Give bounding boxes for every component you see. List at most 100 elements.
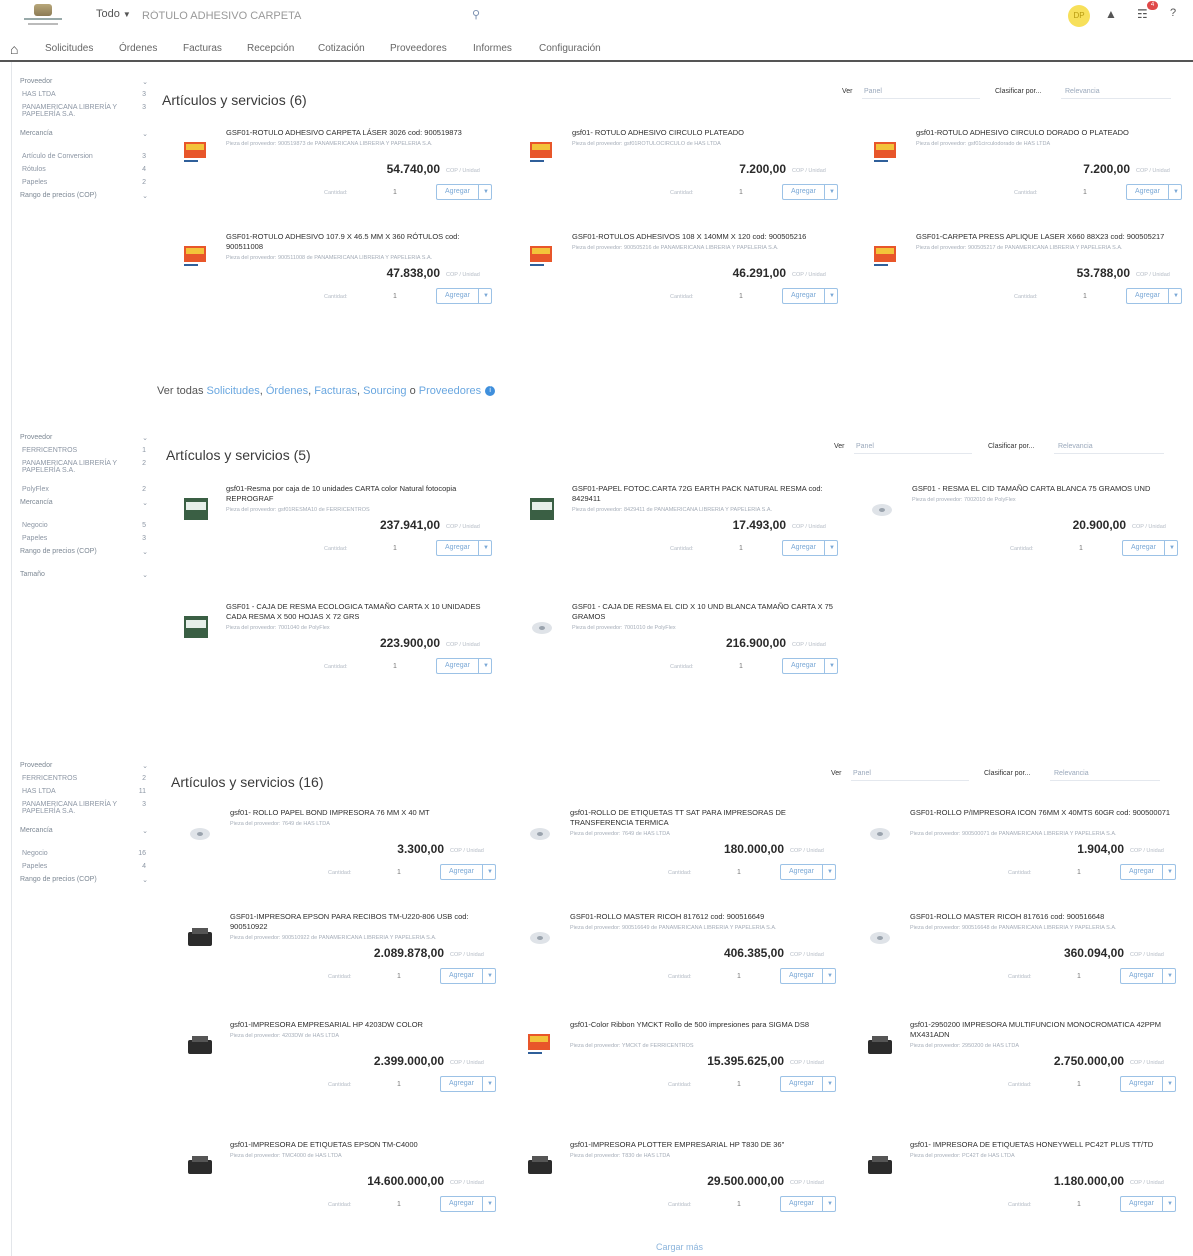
product-title[interactable]: gsf01-Color Ribbon YMCKT Rollo de 500 im… [570,1020,842,1030]
quantity-input[interactable] [1070,970,1088,982]
add-to-cart-button[interactable]: Agregar ▼ [780,1196,836,1212]
chevron-down-icon[interactable]: ⌄ [142,876,148,884]
add-to-cart-button[interactable]: Agregar ▼ [1120,968,1176,984]
chevron-down-icon[interactable]: ▼ [829,289,835,303]
filter-group-header[interactable]: Rango de precios (COP) ⌄ [12,548,152,558]
chevron-down-icon[interactable]: ⌄ [142,130,148,138]
quantity-input[interactable] [732,542,750,554]
product-title[interactable]: gsf01- ROTULO ADHESIVO CIRCULO PLATEADO [572,128,844,138]
add-to-cart-button[interactable]: Agregar ▼ [1120,1076,1176,1092]
chevron-down-icon[interactable]: ▼ [483,289,489,303]
product-image[interactable] [178,610,214,646]
home-icon[interactable]: ⌂ [10,41,18,57]
product-title[interactable]: gsf01-IMPRESORA EMPRESARIAL HP 4203DW CO… [230,1020,502,1030]
chevron-down-icon[interactable]: ⌄ [142,571,148,579]
chevron-down-icon[interactable]: ⌄ [142,434,148,442]
quantity-input[interactable] [730,1198,748,1210]
product-image[interactable] [868,136,904,172]
chevron-down-icon[interactable]: ⌄ [142,192,148,200]
filter-group-header[interactable]: Mercancía ⌄ [12,827,152,837]
nav-proveedores[interactable]: Proveedores [390,43,447,54]
product-title[interactable]: GSF01-PAPEL FOTOC.CARTA 72G EARTH PACK N… [572,484,844,504]
chevron-down-icon[interactable]: ▼ [829,659,835,673]
sort-select[interactable]: Relevancia [1058,443,1093,450]
product-image[interactable] [182,920,218,956]
nav-configuracion[interactable]: Configuración [539,43,601,54]
product-title[interactable]: gsf01-2950200 IMPRESORA MULTIFUNCION MON… [910,1020,1182,1040]
add-to-cart-button[interactable]: Agregar ▼ [1126,288,1182,304]
add-to-cart-button[interactable]: Agregar ▼ [780,864,836,880]
chevron-down-icon[interactable]: ▼ [1169,541,1175,555]
chevron-down-icon[interactable]: ⌄ [142,499,148,507]
chevron-down-icon[interactable]: ▼ [1173,289,1179,303]
product-title[interactable]: GSF01 - CAJA DE RESMA EL CID X 10 UND BL… [572,602,844,622]
add-to-cart-button[interactable]: Agregar ▼ [436,540,492,556]
product-image[interactable] [862,1028,898,1064]
notification-bell-icon[interactable]: ▲ [1105,7,1117,21]
see-all-sourcing-link[interactable]: Sourcing [363,385,406,397]
filter-option[interactable]: Artículo de Conversion 3 [12,153,152,163]
see-all-solicitudes-link[interactable]: Solicitudes [207,385,260,397]
load-more-link[interactable]: Cargar más [656,1242,703,1252]
quantity-input[interactable] [732,186,750,198]
search-input[interactable] [142,7,472,25]
see-all-ordenes-link[interactable]: Órdenes [266,385,308,397]
filter-option[interactable]: FERRICENTROS 1 [12,447,152,457]
product-title[interactable]: GSF01-CARPETA PRESS APLIQUE LASER X660 8… [916,232,1188,242]
product-image[interactable] [522,1028,558,1064]
chevron-down-icon[interactable]: ▼ [487,865,493,879]
filter-group-header[interactable]: Rango de precios (COP) ⌄ [12,192,152,202]
add-to-cart-button[interactable]: Agregar ▼ [440,864,496,880]
product-title[interactable]: GSF01-ROTULO ADHESIVO CARPETA LÁSER 3026… [226,128,498,138]
filter-group-header[interactable]: Mercancía ⌄ [12,130,152,140]
filter-option[interactable]: Negocio 5 [12,522,152,532]
product-image[interactable] [862,816,898,852]
quantity-input[interactable] [732,660,750,672]
filter-option[interactable]: PANAMERICANA LIBRERÍA Y PAPELERÍA S.A. 3 [12,801,152,815]
quantity-input[interactable] [1076,290,1094,302]
quantity-input[interactable] [730,970,748,982]
quantity-input[interactable] [386,542,404,554]
add-to-cart-button[interactable]: Agregar ▼ [782,658,838,674]
nav-solicitudes[interactable]: Solicitudes [45,43,93,54]
product-title[interactable]: GSF01-ROTULO ADHESIVO 107.9 X 46.5 MM X … [226,232,498,252]
chevron-down-icon[interactable]: ⌄ [142,762,148,770]
add-to-cart-button[interactable]: Agregar ▼ [440,1196,496,1212]
company-logo[interactable] [20,4,66,30]
add-to-cart-button[interactable]: Agregar ▼ [1122,540,1178,556]
sort-select[interactable]: Relevancia [1065,88,1100,95]
filter-option[interactable]: HAS LTDA 11 [12,788,152,798]
search-category-select[interactable]: Todo ▼ [96,8,131,20]
chevron-down-icon[interactable]: ▼ [829,541,835,555]
see-all-facturas-link[interactable]: Facturas [314,385,357,397]
nav-ordenes[interactable]: Órdenes [119,43,157,54]
add-to-cart-button[interactable]: Agregar ▼ [780,1076,836,1092]
chevron-down-icon[interactable]: ▼ [827,1197,833,1211]
product-title[interactable]: gsf01- ROLLO PAPEL BOND IMPRESORA 76 MM … [230,808,502,818]
chevron-down-icon[interactable]: ▼ [483,659,489,673]
product-image[interactable] [524,492,560,528]
product-image[interactable] [868,240,904,276]
chevron-down-icon[interactable]: ▼ [829,185,835,199]
product-title[interactable]: GSF01-ROLLO MASTER RICOH 817612 cod: 900… [570,912,842,922]
chevron-down-icon[interactable]: ⌄ [142,548,148,556]
product-image[interactable] [524,610,560,646]
product-image[interactable] [182,1028,218,1064]
add-to-cart-button[interactable]: Agregar ▼ [780,968,836,984]
avatar[interactable]: DP [1068,5,1090,27]
product-title[interactable]: gsf01-ROLLO DE ETIQUETAS TT SAT PARA IMP… [570,808,842,828]
add-to-cart-button[interactable]: Agregar ▼ [782,540,838,556]
filter-option[interactable]: Papeles 3 [12,535,152,545]
product-image[interactable] [182,816,218,852]
product-title[interactable]: GSF01-ROLLO P/IMPRESORA ICON 76MM X 40MT… [910,808,1182,818]
quantity-input[interactable] [730,1078,748,1090]
product-image[interactable] [862,1148,898,1184]
chevron-down-icon[interactable]: ⌄ [142,78,148,86]
product-title[interactable]: gsf01-IMPRESORA DE ETIQUETAS EPSON TM-C4… [230,1140,502,1150]
filter-group-header[interactable]: Tamaño ⌄ [12,571,152,581]
chevron-down-icon[interactable]: ▼ [1167,865,1173,879]
add-to-cart-button[interactable]: Agregar ▼ [440,1076,496,1092]
chevron-down-icon[interactable]: ▼ [827,969,833,983]
quantity-input[interactable] [1070,866,1088,878]
nav-recepcion[interactable]: Recepción [247,43,294,54]
